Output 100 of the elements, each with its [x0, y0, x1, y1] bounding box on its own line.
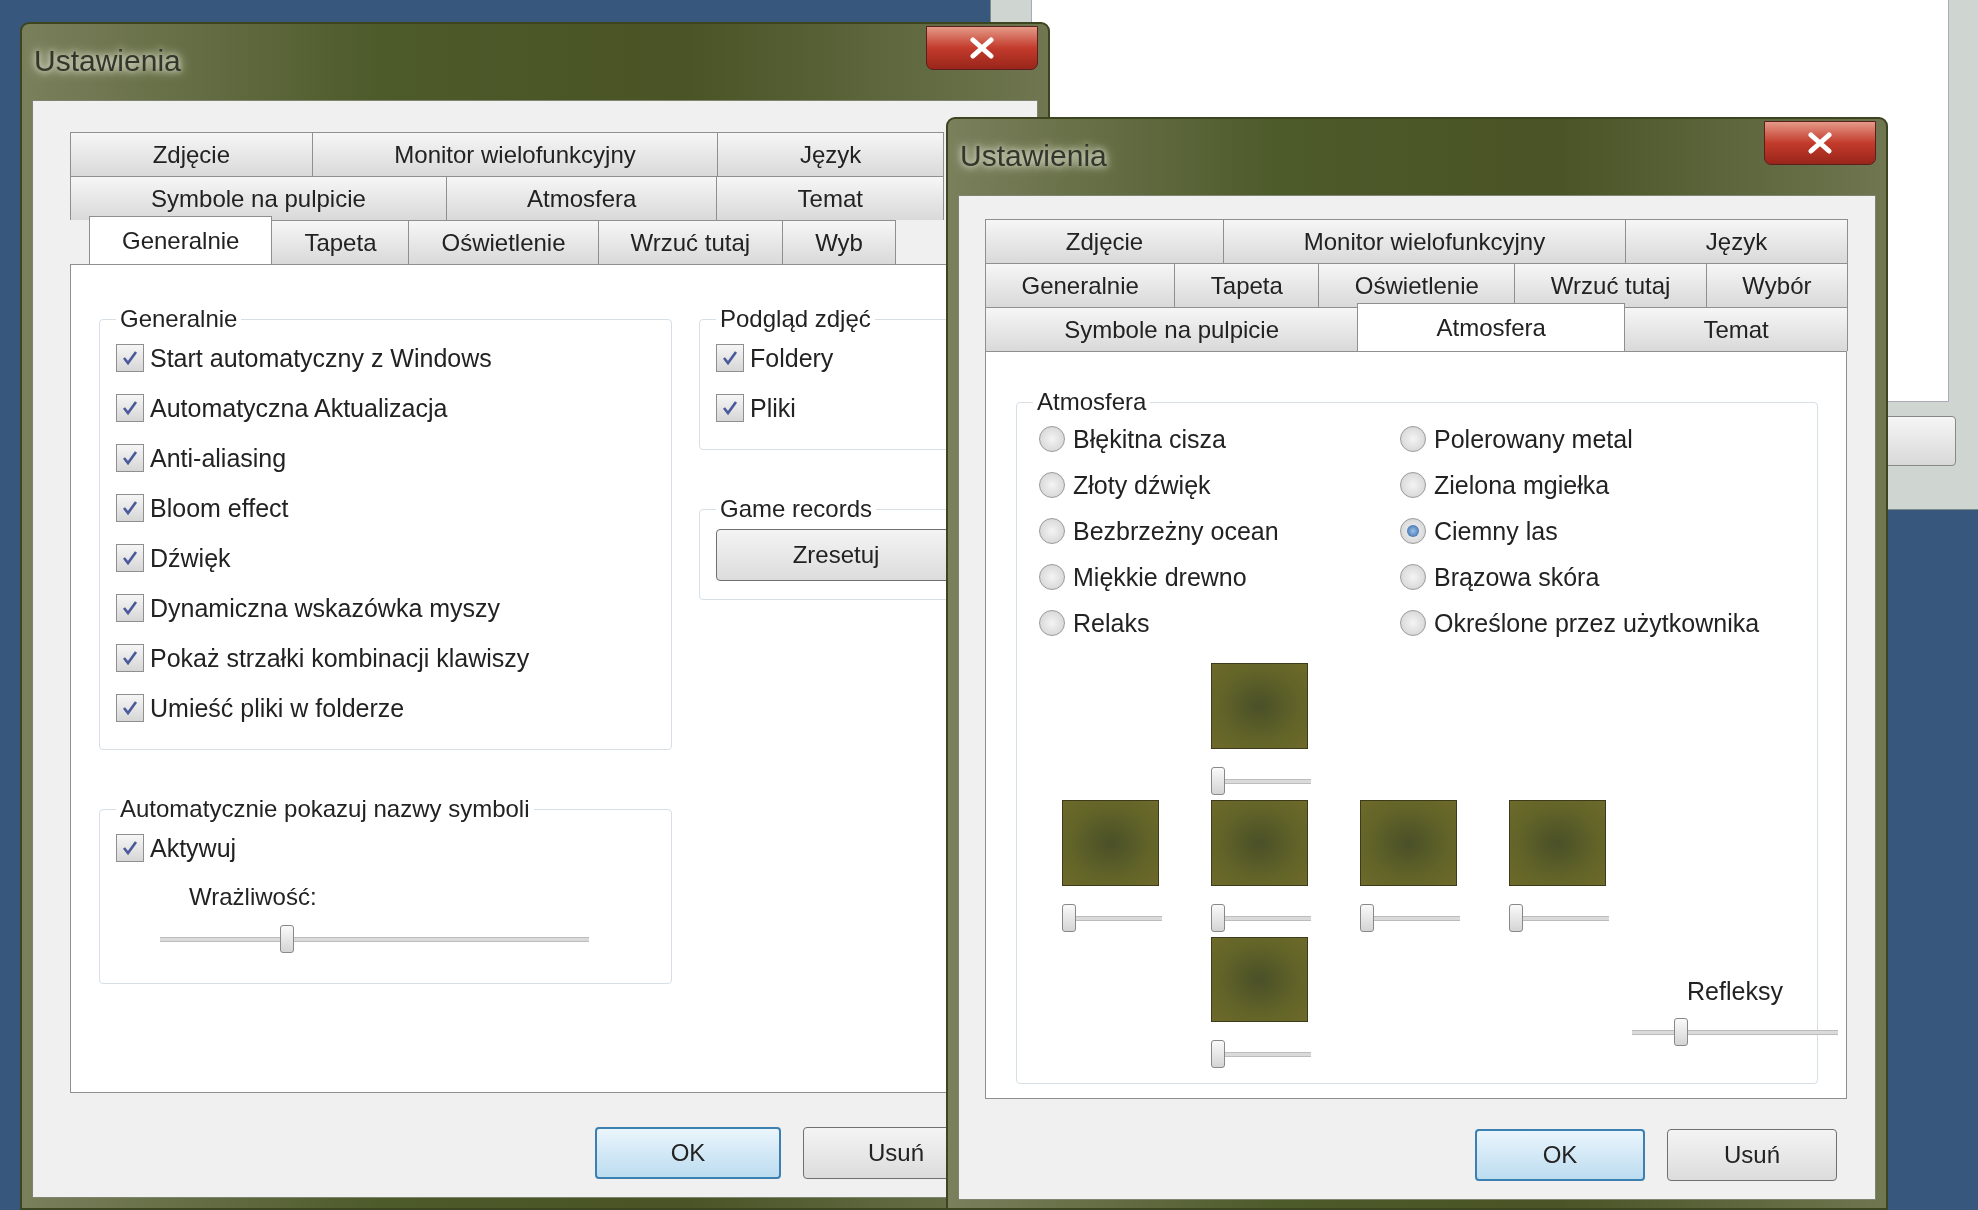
tab[interactable]: Tapeta: [1174, 263, 1320, 307]
tab[interactable]: Wyb: [782, 220, 896, 264]
slider-thumb[interactable]: [280, 925, 295, 953]
dialog-button[interactable]: OK: [595, 1127, 781, 1179]
radio-label: Polerowany metal: [1434, 424, 1633, 454]
slider-thumb[interactable]: [1211, 767, 1225, 795]
checkbox-label: Umieść pliki w folderze: [150, 693, 405, 723]
close-icon: [969, 37, 995, 59]
checkbox[interactable]: [116, 594, 144, 622]
radio-button[interactable]: [1039, 518, 1065, 544]
tab[interactable]: Generalnie: [89, 216, 273, 264]
radio-label: Określone przez użytkownika: [1434, 608, 1760, 638]
radio-label: Zielona mgiełka: [1434, 470, 1610, 500]
checkbox[interactable]: [116, 834, 144, 862]
checkbox-label: Start automatyczny z Windows: [150, 343, 492, 373]
checkbox[interactable]: [116, 394, 144, 422]
tab[interactable]: Oświetlenie: [1318, 263, 1516, 307]
checkmark-icon: [121, 649, 139, 667]
color-swatch[interactable]: [1062, 800, 1159, 886]
radio-button[interactable]: [1039, 564, 1065, 590]
slider-thumb[interactable]: [1509, 904, 1523, 932]
tab[interactable]: Tapeta: [271, 220, 410, 264]
radio-label: Miękkie drewno: [1073, 562, 1247, 592]
checkbox-label: Dźwięk: [150, 543, 231, 573]
radio-button[interactable]: [1400, 518, 1426, 544]
checkbox[interactable]: [116, 344, 144, 372]
checkmark-icon: [121, 499, 139, 517]
radio-button[interactable]: [1400, 472, 1426, 498]
checkbox-label: Automatyczna Aktualizacja: [150, 393, 448, 423]
tab[interactable]: Język: [717, 132, 944, 176]
color-swatch[interactable]: [1509, 800, 1606, 886]
color-swatch[interactable]: [1211, 800, 1308, 886]
checkbox-label: Pokaż strzałki kombinacji klawiszy: [150, 643, 530, 673]
tab[interactable]: Zdjęcie: [985, 219, 1224, 263]
checkbox-label: Aktywuj: [150, 833, 237, 863]
slider-thumb[interactable]: [1062, 904, 1076, 932]
checkmark-icon: [121, 449, 139, 467]
radio-label: Brązowa skóra: [1434, 562, 1600, 592]
color-swatch[interactable]: [1211, 937, 1308, 1022]
checkbox-label: Pliki: [750, 393, 796, 423]
tab[interactable]: Monitor wielofunkcyjny: [311, 132, 719, 176]
checkbox-label: Dynamiczna wskazówka myszy: [150, 593, 501, 623]
checkbox[interactable]: [716, 394, 744, 422]
checkmark-icon: [121, 839, 139, 857]
tab[interactable]: Oświetlenie: [408, 220, 599, 264]
close-icon: [1807, 132, 1833, 154]
color-swatch[interactable]: [1211, 663, 1308, 749]
tab[interactable]: Atmosfera: [1357, 303, 1626, 351]
tab[interactable]: Symbole na pulpicie: [985, 307, 1359, 351]
slider-label: Wrażliwość:: [189, 883, 318, 911]
radio-button[interactable]: [1039, 426, 1065, 452]
color-swatch[interactable]: [1360, 800, 1457, 886]
radio-label: Ciemny las: [1434, 516, 1558, 546]
radio-label: Złoty dźwięk: [1073, 470, 1211, 500]
close-button[interactable]: [926, 26, 1038, 70]
tab[interactable]: Temat: [716, 176, 944, 220]
group-title: Atmosfera: [1036, 388, 1148, 416]
slider-thumb[interactable]: [1360, 904, 1374, 932]
checkmark-icon: [721, 399, 739, 417]
slider-thumb[interactable]: [1211, 904, 1225, 932]
checkbox[interactable]: [116, 694, 144, 722]
checkbox[interactable]: [116, 544, 144, 572]
checkbox[interactable]: [116, 644, 144, 672]
radio-label: Błękitna cisza: [1073, 424, 1226, 454]
checkmark-icon: [121, 599, 139, 617]
slider-thumb[interactable]: [1674, 1018, 1689, 1046]
tab[interactable]: Temat: [1624, 307, 1848, 351]
tab[interactable]: Atmosfera: [445, 176, 718, 220]
tab[interactable]: Zdjęcie: [70, 132, 313, 176]
radio-button[interactable]: [1400, 564, 1426, 590]
window-title: Ustawienia: [34, 44, 181, 78]
radio-button[interactable]: [1039, 610, 1065, 636]
tab[interactable]: Wybór: [1705, 263, 1848, 307]
radio-button[interactable]: [1400, 610, 1426, 636]
radio-button[interactable]: [1039, 472, 1065, 498]
checkmark-icon: [121, 699, 139, 717]
tab[interactable]: Generalnie: [985, 263, 1176, 307]
tab[interactable]: Wrzuć tutaj: [1514, 263, 1707, 307]
group-title: Podgląd zdjęć: [719, 305, 872, 333]
tab[interactable]: Monitor wielofunkcyjny: [1223, 219, 1627, 263]
slider-thumb[interactable]: [1211, 1039, 1225, 1068]
slider-label: Refleksy: [1687, 977, 1783, 1006]
tab[interactable]: Wrzuć tutaj: [597, 220, 784, 264]
close-button[interactable]: [1764, 121, 1876, 165]
checkmark-icon: [121, 399, 139, 417]
group-title: Game records: [719, 495, 874, 523]
checkbox[interactable]: [116, 444, 144, 472]
checkbox[interactable]: [716, 344, 744, 372]
group-title: Automatycznie pokazuj nazwy symboli: [119, 795, 531, 823]
radio-label: Relaks: [1073, 608, 1150, 638]
radio-button[interactable]: [1400, 426, 1426, 452]
dialog-button[interactable]: Usuń: [1667, 1129, 1837, 1181]
checkmark-icon: [121, 349, 139, 367]
checkmark-icon: [121, 549, 139, 567]
checkbox-label: Bloom effect: [150, 493, 289, 523]
tab[interactable]: Symbole na pulpicie: [70, 176, 447, 220]
tab[interactable]: Język: [1625, 219, 1848, 263]
checkbox[interactable]: [116, 494, 144, 522]
dialog-button[interactable]: OK: [1475, 1129, 1645, 1181]
checkbox-label: Anti-aliasing: [150, 443, 287, 473]
